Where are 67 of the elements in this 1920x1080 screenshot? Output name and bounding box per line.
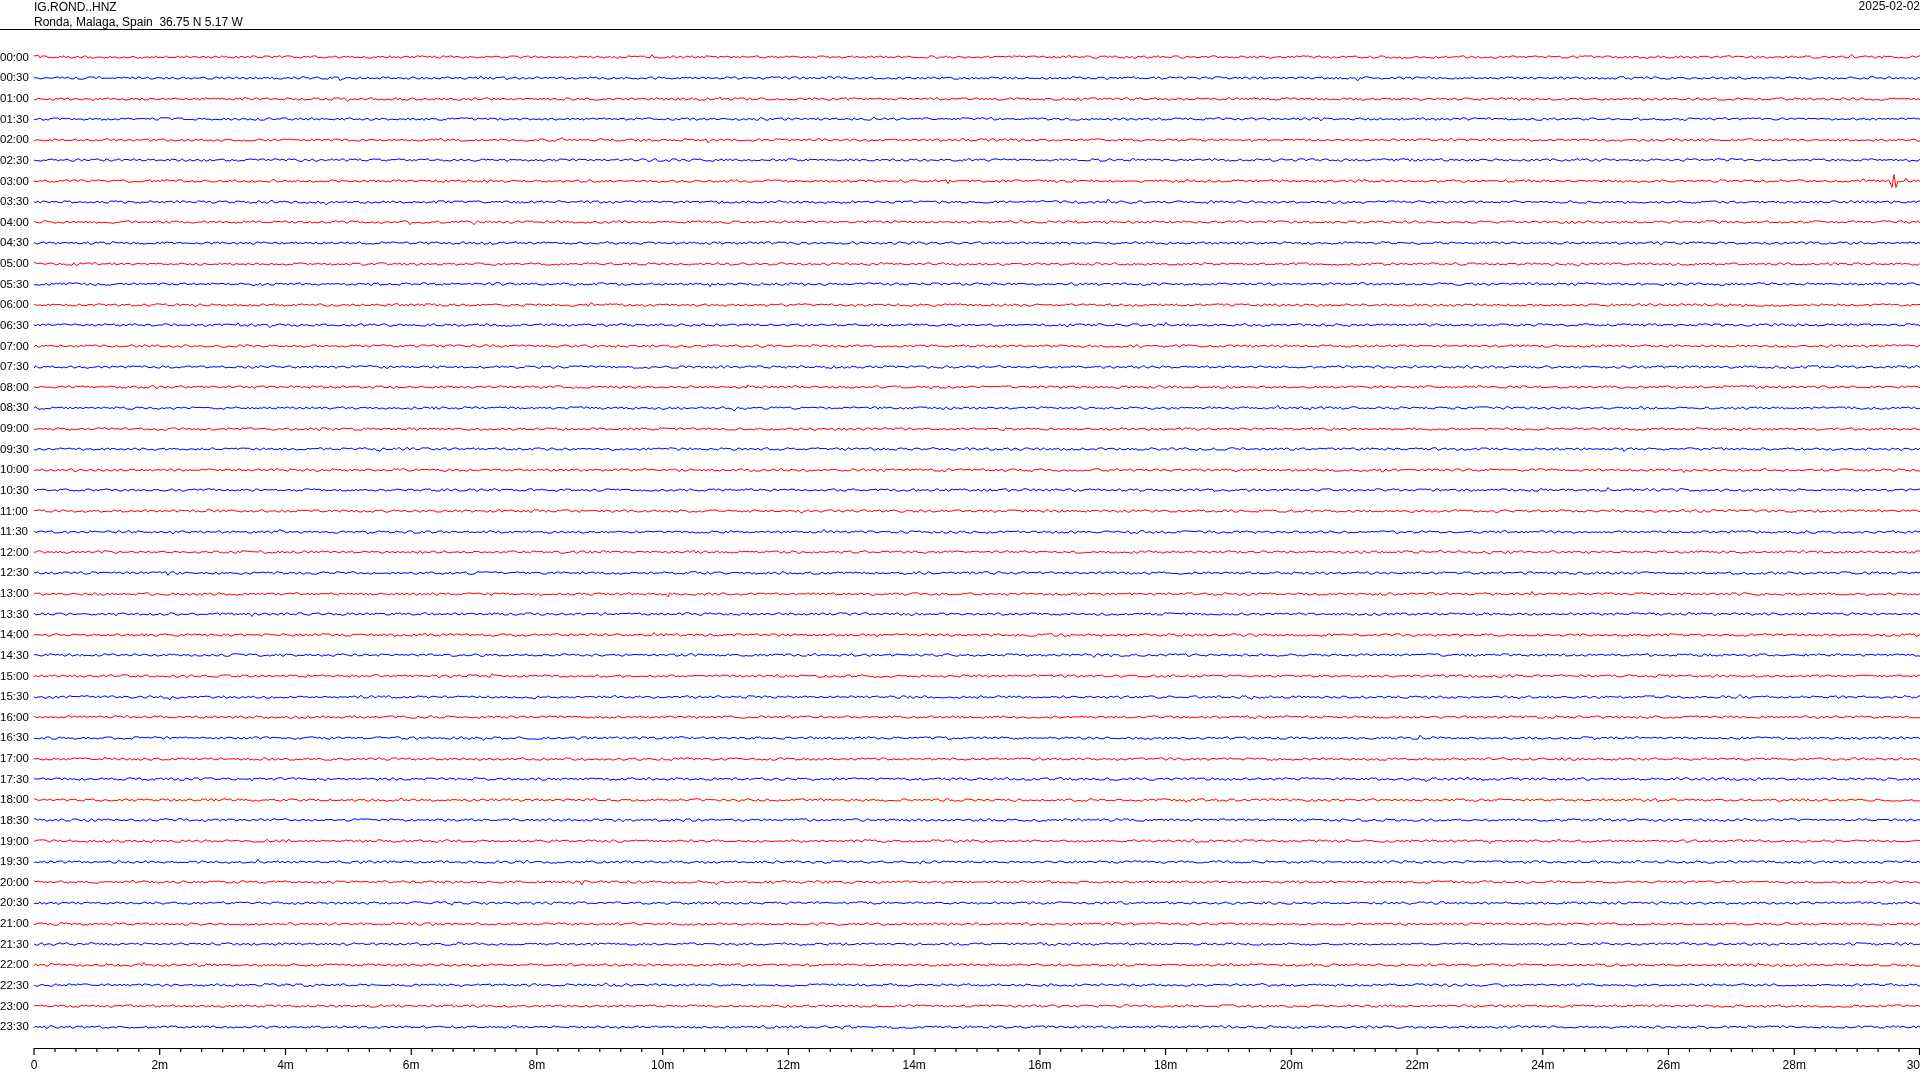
axis-tick-label: 16m (1028, 1058, 1052, 1072)
axis-tick-label: 18m (1153, 1058, 1178, 1072)
axis-tick-label: 12m (776, 1058, 801, 1072)
time-label: 23:30 (0, 1020, 30, 1034)
time-label: 14:30 (0, 648, 30, 662)
time-label: 22:00 (0, 958, 30, 972)
axis-tick-label: 26m (1656, 1058, 1681, 1072)
time-label: 17:30 (0, 772, 30, 786)
time-label: 17:00 (0, 752, 30, 766)
time-label: 10:30 (0, 483, 30, 497)
time-label: 22:30 (0, 978, 30, 992)
time-label: 20:30 (0, 896, 30, 910)
time-label: 15:00 (0, 669, 30, 683)
time-label: 06:30 (0, 318, 30, 332)
time-label: 19:00 (0, 834, 30, 848)
station-location: Ronda, Malaga, Spain 36.75 N 5.17 W (34, 15, 243, 30)
time-label: 15:30 (0, 690, 30, 704)
axis-tick-label: 24m (1531, 1058, 1555, 1072)
time-label: 09:00 (0, 422, 30, 436)
time-label: 16:30 (0, 731, 30, 745)
time-label: 08:30 (0, 401, 30, 415)
time-label: 00:00 (0, 50, 30, 64)
axis-tick-label: 30 (1906, 1058, 1920, 1072)
axis-tick-label: 4m (277, 1058, 294, 1072)
axis-tick-label: 14m (902, 1058, 926, 1072)
time-label: 11:30 (0, 525, 29, 539)
time-label: 03:00 (0, 174, 30, 188)
time-label: 13:00 (0, 587, 30, 601)
time-label: 08:00 (0, 380, 30, 394)
time-label: 02:30 (0, 153, 30, 167)
time-label: 11:00 (0, 504, 29, 518)
axis-tick-label: 6m (402, 1058, 420, 1072)
axis-tick-label: 8m (528, 1058, 546, 1072)
axis-tick-label: 10m (651, 1058, 675, 1072)
time-label: 10:00 (0, 463, 30, 477)
time-label: 12:00 (0, 545, 30, 559)
axis-tick-label: 20m (1279, 1058, 1303, 1072)
time-label: 12:30 (0, 566, 30, 580)
time-label: 21:00 (0, 917, 30, 931)
time-label: 14:00 (0, 628, 30, 642)
time-label: 18:30 (0, 813, 30, 827)
time-label: 06:00 (0, 298, 30, 312)
plot-date: 2025-02-02 (1858, 0, 1920, 14)
time-label: 03:30 (0, 195, 30, 209)
time-label: 02:00 (0, 133, 30, 147)
axis-tick-label: 22m (1405, 1058, 1429, 1072)
time-label: 07:30 (0, 360, 30, 374)
time-label: 05:30 (0, 277, 30, 291)
axis-tick-label: 28m (1782, 1058, 1806, 1072)
time-label: 00:30 (0, 71, 30, 85)
time-label: 01:30 (0, 112, 30, 126)
time-label: 05:00 (0, 257, 30, 271)
time-label: 16:00 (0, 710, 30, 724)
axis-tick-label: 0 (30, 1058, 38, 1072)
time-label: 04:00 (0, 215, 30, 229)
time-label: 01:00 (0, 92, 30, 106)
time-label: 20:00 (0, 875, 30, 889)
time-label: 09:30 (0, 442, 30, 456)
time-label: 19:30 (0, 855, 30, 869)
time-label: 18:00 (0, 793, 30, 807)
time-label: 21:30 (0, 937, 30, 951)
time-label: 04:30 (0, 236, 30, 250)
time-label: 13:30 (0, 607, 30, 621)
station-code: IG.ROND..HNZ (34, 0, 117, 15)
time-label: 07:00 (0, 339, 30, 353)
axis-tick-label: 2m (151, 1058, 169, 1072)
time-label: 23:00 (0, 999, 30, 1013)
